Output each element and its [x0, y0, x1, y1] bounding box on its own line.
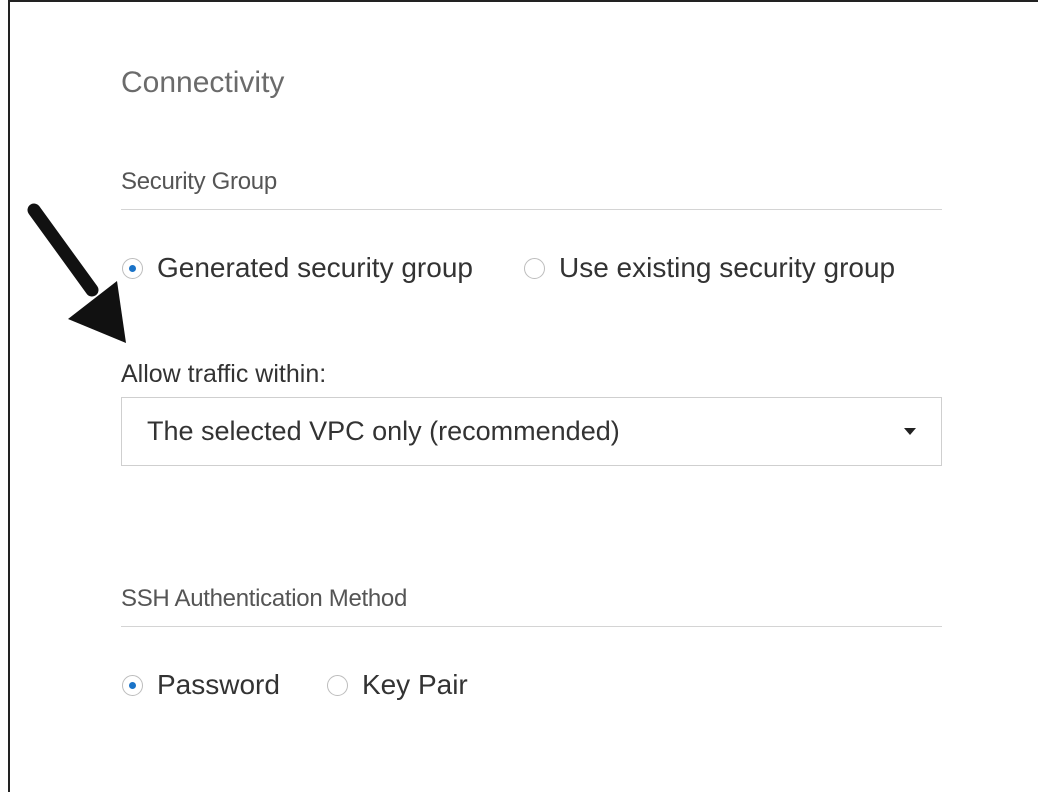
security-group-radio-group: Generated security group Use existing se…: [121, 252, 945, 284]
allow-traffic-select[interactable]: The selected VPC only (recommended): [121, 397, 942, 466]
radio-unchecked-icon[interactable]: [326, 674, 348, 696]
security-group-divider: [121, 209, 942, 210]
radio-generated-security-group[interactable]: Generated security group: [121, 252, 473, 284]
radio-label: Key Pair: [361, 669, 468, 700]
radio-label: Generated security group: [157, 252, 473, 283]
radio-password[interactable]: Password: [121, 669, 280, 701]
radio-label: Use existing security group: [558, 252, 896, 283]
allow-traffic-select-value: The selected VPC only (recommended): [147, 416, 620, 446]
radio-label: Password: [157, 669, 280, 700]
arrow-pointer-icon: [27, 203, 126, 343]
radio-unchecked-icon[interactable]: [523, 257, 545, 279]
ssh-auth-method-title: SSH Authentication Method: [121, 585, 408, 612]
allow-traffic-label: Allow traffic within:: [121, 360, 327, 388]
radio-key-pair[interactable]: Key Pair: [326, 669, 468, 701]
caret-down-icon[interactable]: [904, 428, 916, 435]
ssh-auth-radio-group: Password Key Pair: [121, 669, 518, 701]
radio-use-existing-security-group[interactable]: Use existing security group: [523, 252, 895, 284]
radio-checked-icon[interactable]: [122, 674, 143, 696]
ssh-auth-divider: [121, 626, 942, 627]
